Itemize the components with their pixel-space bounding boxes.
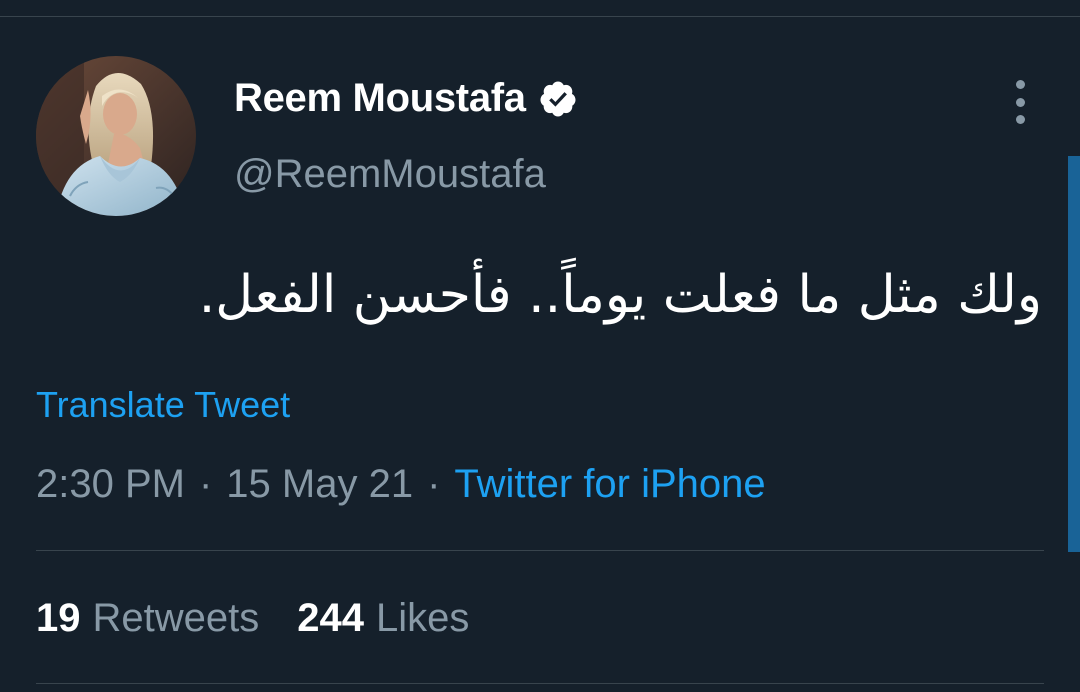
translate-tweet-link[interactable]: Translate Tweet bbox=[36, 384, 290, 426]
avatar-image bbox=[36, 56, 196, 216]
likes-count: 244 bbox=[297, 596, 364, 640]
author-name-row[interactable]: Reem Moustafa bbox=[234, 76, 578, 121]
tweet-source-link[interactable]: Twitter for iPhone bbox=[454, 462, 765, 507]
tweet-date[interactable]: 15 May 21 bbox=[226, 462, 413, 507]
meta-separator: · bbox=[427, 462, 441, 506]
more-dot bbox=[1015, 115, 1025, 124]
retweets-count: 19 bbox=[36, 596, 81, 640]
likes-label: Likes bbox=[376, 596, 470, 640]
top-divider bbox=[0, 16, 1080, 17]
tweet-text: ولك مثل ما فعلت يوماً.. فأحسن الفعل. bbox=[198, 265, 1042, 325]
more-dot bbox=[1015, 80, 1025, 89]
retweets-stat[interactable]: 19 Retweets bbox=[36, 596, 259, 641]
avatar[interactable] bbox=[36, 56, 196, 216]
tweet-time[interactable]: 2:30 PM bbox=[36, 462, 185, 507]
tweet-stats: 19 Retweets 244 Likes bbox=[36, 596, 507, 641]
scrollbar[interactable] bbox=[1068, 156, 1080, 552]
likes-stat[interactable]: 244 Likes bbox=[297, 596, 469, 641]
tweet-meta: 2:30 PM · 15 May 21 · Twitter for iPhone bbox=[36, 462, 766, 507]
more-vertical-icon[interactable] bbox=[1000, 80, 1040, 124]
stats-top-divider bbox=[36, 550, 1044, 551]
display-name[interactable]: Reem Moustafa bbox=[234, 76, 526, 121]
stats-bottom-divider bbox=[36, 683, 1044, 684]
author-handle[interactable]: @ReemMoustafa bbox=[234, 152, 546, 197]
verified-badge-icon bbox=[538, 79, 578, 119]
retweets-label: Retweets bbox=[92, 596, 260, 640]
meta-separator: · bbox=[198, 462, 213, 506]
more-dot bbox=[1015, 97, 1025, 107]
tweet-detail-screen: Reem Moustafa @ReemMoustafa ولك مثل ما ف… bbox=[0, 0, 1080, 692]
